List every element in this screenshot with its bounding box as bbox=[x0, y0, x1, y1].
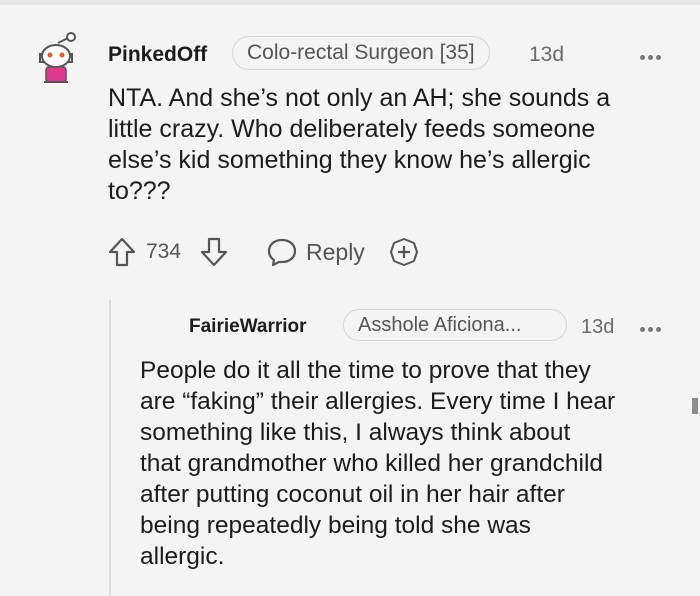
reply-username[interactable]: FairieWarrior bbox=[189, 316, 307, 338]
reply-user-flair: Asshole Aficiona... bbox=[343, 309, 567, 341]
reply-line: are “faking” their allergies. Every time… bbox=[140, 388, 616, 415]
downvote-button[interactable] bbox=[198, 230, 230, 274]
comment-actions: 734 Reply bbox=[106, 230, 436, 274]
reply-label: Reply bbox=[306, 238, 365, 265]
reply-line: People do it all the time to prove that … bbox=[140, 357, 591, 384]
vote-count: 734 bbox=[146, 240, 182, 263]
comment-line: else’s kid something they know he’s alle… bbox=[108, 146, 591, 174]
downvote-icon bbox=[200, 237, 228, 267]
comment-line: little crazy. Who deliberately feeds som… bbox=[108, 115, 596, 143]
upvote-icon bbox=[108, 237, 136, 267]
user-avatar[interactable] bbox=[30, 28, 82, 84]
top-divider bbox=[0, 0, 700, 5]
more-options-icon[interactable] bbox=[640, 47, 668, 60]
reply-line: something like this, I always think abou… bbox=[140, 419, 571, 446]
upvote-button[interactable] bbox=[106, 230, 138, 274]
user-flair: Colo-rectal Surgeon [35] bbox=[232, 36, 490, 70]
award-button[interactable] bbox=[388, 230, 420, 274]
reply-body: People do it all the time to prove that … bbox=[140, 355, 685, 572]
reply-line: that grandmother who killed her grandchi… bbox=[140, 450, 604, 477]
reply-button[interactable]: Reply bbox=[266, 230, 365, 274]
reply-line: allergic. bbox=[140, 543, 225, 570]
reply-age: 13d bbox=[581, 316, 615, 338]
more-options-icon[interactable] bbox=[640, 319, 668, 332]
reply-line: after putting coconut oil in her hair af… bbox=[140, 481, 565, 508]
snoo-avatar-icon bbox=[39, 32, 76, 83]
comment-line: to??? bbox=[108, 177, 171, 205]
reply-icon bbox=[267, 238, 297, 267]
reply-line: being repeatedly being told she was bbox=[140, 512, 531, 539]
award-icon bbox=[390, 238, 418, 266]
comment-age: 13d bbox=[529, 43, 565, 66]
thread-line[interactable] bbox=[109, 300, 111, 596]
comment-line: NTA. And she’s not only an AH; she sound… bbox=[108, 84, 611, 112]
scrollbar-thumb[interactable] bbox=[692, 398, 698, 414]
comment-username[interactable]: PinkedOff bbox=[108, 43, 207, 67]
comment-body: NTA. And she’s not only an AH; she sound… bbox=[108, 83, 688, 207]
